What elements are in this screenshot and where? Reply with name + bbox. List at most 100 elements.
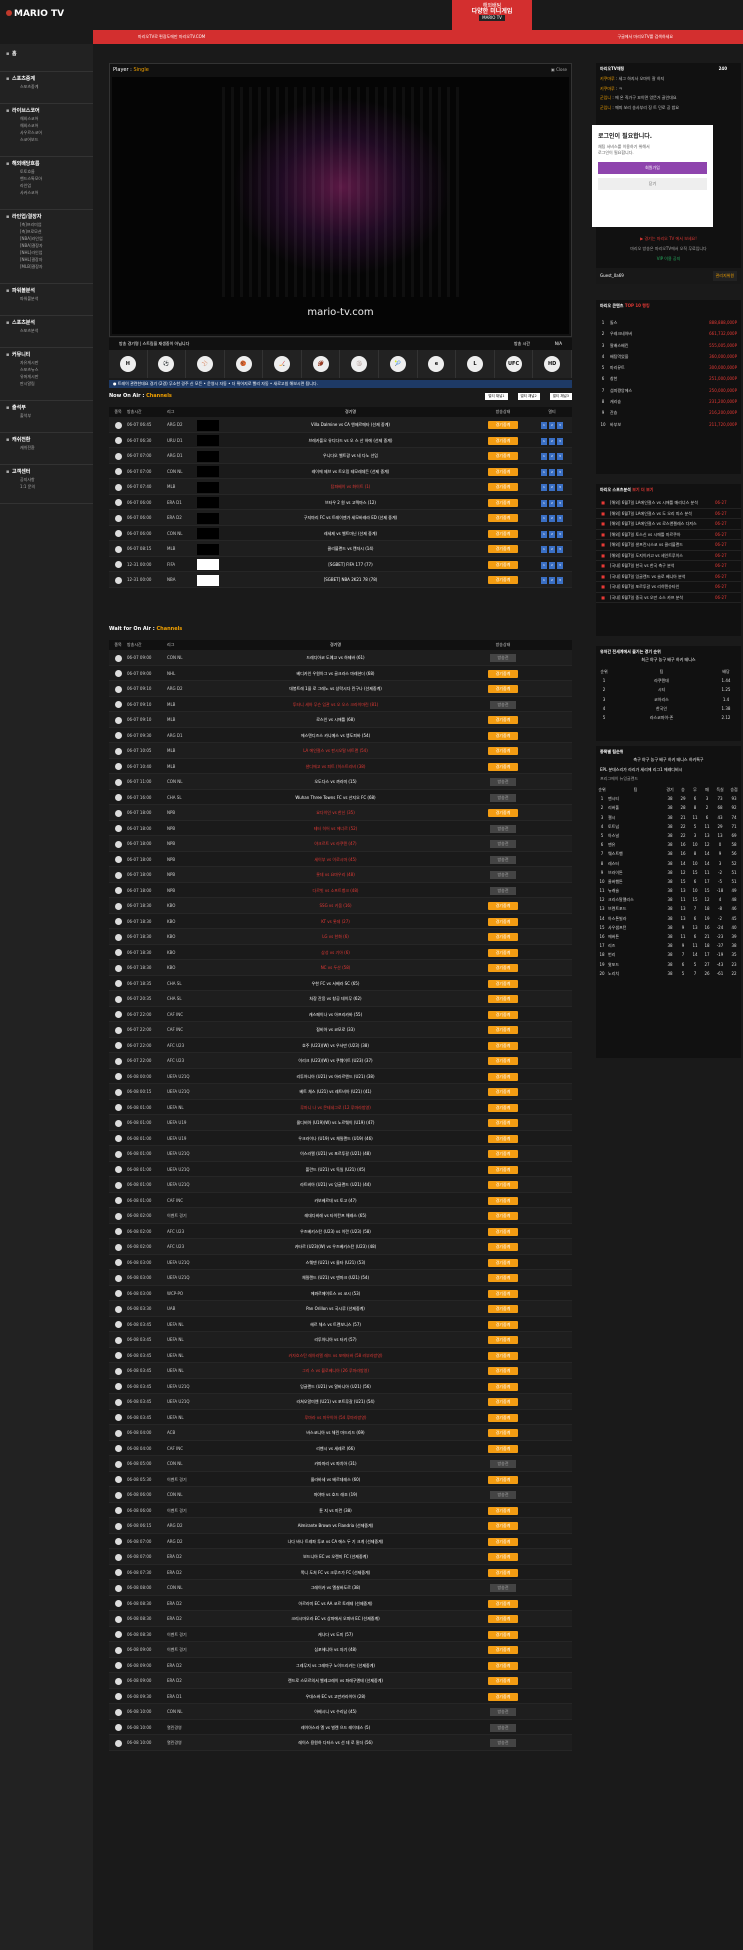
table-row[interactable]: 06-08 03:00 UEFA U21Q 스웨덴 (U21) vs 몰타 (U21… [109,1255,572,1270]
multi-slot-button[interactable]: 2 [549,515,555,522]
table-row[interactable]: 06-08 01:00 UEFA U19 몰디비아 (U19)(W) vs 노르웨이… [109,1115,572,1131]
watch-button[interactable]: 경기중계 [487,933,519,941]
watch-button[interactable]: 경기중계 [487,1506,519,1515]
multi-slot-button[interactable]: 3 [557,422,563,429]
notice-left[interactable]: 마리오TV로 편광도에만 마리오TV.COM [138,30,205,44]
row-match[interactable]: [SGBET] FIFA 177 (77) [227,557,474,572]
table-row[interactable]: 06-08 09:30 ERA D1 우대스바 EC vs 고만카라이아 (28) 경… [109,1689,572,1704]
table-row[interactable]: 06-07 06:45 ARG D2 Villa Dalmine vs CA 엔제르… [109,417,572,433]
row-match[interactable]: Pan Orillon vs 국시루 (선제중계) [197,1301,474,1316]
watch-button[interactable]: 경기중계 [487,1661,519,1670]
standings-row[interactable]: 1 맨시티 38 29 6 3 73 93 [596,794,741,803]
watch-button[interactable]: 경기중계 [487,1413,519,1422]
table-row[interactable]: 12-31 00:00 NBA [SGBET] NBA 2K21 78 (78) 경기… [109,572,572,588]
sidebar-item[interactable]: [NHL]라인업 [6,250,93,257]
sport-filter[interactable]: ⚽ [148,350,187,378]
row-match[interactable]: 카파마리 vs 파치아 (31) [197,1456,474,1471]
sport-filter[interactable]: 🎾 [379,350,418,378]
analysis-item[interactable]: ■ [해외] 6월7일 LA에인절스 vs 도 오리 피스 분석 06-27 [596,509,741,519]
standings-sport-tabs[interactable]: 축구 야구 농구 배구 하키 테니스 하키특구 [596,757,741,767]
watch-button[interactable]: 경기중계 [487,1134,519,1143]
table-row[interactable]: 06-08 10:00 열린경영 레이아스라 엘 vs 벌렌 으드 레이데스 (5)… [109,1720,572,1735]
row-match[interactable]: 캐스페이나 vs 아프리카바 (55) [197,1007,474,1022]
standings-row[interactable]: 12 크리스탈팰리스 38 11 15 12 4 48 [596,895,741,904]
row-match[interactable]: 그레이카 vs 엘살바도르 (38) [197,1580,474,1595]
standings-row[interactable]: 14 아스톤빌라 38 13 6 19 -2 45 [596,914,741,923]
sidebar-item[interactable]: 사우르스코어 [6,130,93,137]
sidebar-item[interactable]: 자유게시판 [6,360,93,367]
table-row[interactable]: 06-08 06:15 ARG D2 Almirante Brown vs Flan… [109,1518,572,1534]
ranking-row[interactable]: 6 창천 251,000,000P [596,373,741,384]
table-row[interactable]: 06-08 05:30 이벤트 경기 올라바세 vs 베르데레스 (60) 경기중계 [109,1472,572,1487]
sidebar-item[interactable]: 출석부 [6,413,93,420]
multi-slot-button[interactable]: 2 [549,453,555,460]
multi-slot-button[interactable]: 1 [541,484,547,491]
chat-user[interactable]: 키쿠마루 [600,76,615,81]
analysis-item[interactable]: ■ [국내] 6월7일 한국 vs 한국 축구 분석 06-27 [596,561,741,572]
channel-thumbnail[interactable] [197,481,219,493]
watch-button[interactable]: 경기중계 [487,1181,519,1189]
multi-channel-button[interactable]: 멀티 채널2 [517,393,540,400]
ranking-row[interactable]: 7 섬띠쨩앙에스 250,000,000P [596,385,741,396]
row-match[interactable]: 롯데 vs 요마우리 (48) [197,867,474,882]
table-row[interactable]: 06-07 10:40 MLB 샌디에고 vs 피트 (히스트리비 (38) 경기중계 [109,759,572,774]
notice-right[interactable]: 구글에서 마리오TV를 검색하세요 [617,30,673,44]
row-match[interactable]: 브타우 2 원 vs 고텍마스 (12) [227,495,474,510]
row-match[interactable]: 카타르 (U23)(W) vs 우즈베키스탄 (U23) (48) [197,1239,474,1254]
row-match[interactable]: Wuhan Three Towns FC vs 산지오 FC (68) [197,790,474,805]
table-row[interactable]: 06-07 07:40 MLB 탐파베이 vs 화이트 (1) 경기중계 1 2 3 [109,479,572,495]
row-match[interactable]: 올라바세 vs 베르데레스 (60) [197,1472,474,1487]
row-match[interactable]: 루마니 나 vs 몬테네그로 (12 루마라방영) [197,1100,474,1115]
row-match[interactable]: 야크르트 vs 라쿠텐 (47) [197,836,474,851]
table-row[interactable]: 06-08 04:00 CAF INC 리벤시 vs 세레르 (66) 경기중계 [109,1441,572,1456]
ranking-row[interactable]: 8 캐리슝 231,200,000P [596,396,741,407]
odds-row[interactable]: 3 코아리스 1.4 [596,695,741,704]
multi-slot-button[interactable]: 3 [557,437,563,445]
table-row[interactable]: 06-07 18:30 KBO LG vs 한화 (6) 경기중계 [109,929,572,945]
odds-row[interactable]: 5 라스코마이-존 2.12 [596,713,741,722]
table-row[interactable]: 06-07 09:00 CON NL 드레디아코 도예고 vs 하제바 (61) 방송… [109,650,572,666]
standings-row[interactable]: 6 맨유 38 16 10 12 0 58 [596,840,741,849]
table-row[interactable]: 06-07 18:00 NPB 야크르트 vs 라쿠텐 (47) 방송전 [109,836,572,852]
row-match[interactable]: 세이부 vs 이로시마 (45) [197,852,474,867]
row-match[interactable]: 이스라엘 (U21) vs 포르투갈 (U21) (48) [197,1146,474,1161]
standings-row[interactable]: 16 에버튼 38 11 6 21 -23 39 [596,932,741,941]
watch-button[interactable]: 경기중계 [487,1212,519,1220]
sidebar-item[interactable]: 1:1 문의 [6,484,93,491]
table-row[interactable]: 06-07 18:30 KBO SSG vs 키움 (16) 경기중계 [109,898,572,914]
multi-slot-button[interactable]: 2 [549,468,555,476]
multi-slot-button[interactable]: 3 [557,577,563,584]
row-match[interactable]: 브레카플오 유디다드 vs 오 스 산 하에 (선제 중계) [227,433,474,448]
row-match[interactable]: 그레무지 vs 그레마구 노이드리카는 (선제중계) [197,1658,474,1673]
watch-button[interactable]: 경기중계 [487,560,519,569]
ranking-row[interactable]: 4 배팅먹었을 360,000,000P [596,351,741,362]
admin-button[interactable]: 관리지위원 [712,271,737,281]
watch-button[interactable]: 경기중계 [487,1010,519,1019]
sidebar-item[interactable]: 토토흐름 [6,169,93,176]
row-match[interactable]: SSG vs 키움 (16) [197,898,474,913]
watch-button[interactable]: 경기중계 [487,979,519,988]
multi-slot-button[interactable]: 3 [557,561,563,569]
channel-thumbnail[interactable] [197,497,219,508]
sidebar-item[interactable]: 사커스코어 [6,190,93,197]
table-row[interactable]: 06-07 09:10 MLB 로스인 vs 시애틀 (68) 경기중계 [109,712,572,728]
sidebar-item[interactable]: 핸드스톡모아 [6,176,93,183]
table-row[interactable]: 06-07 18:35 CHA SL 우한 FC vs 서베라 SC (65) 경기중… [109,976,572,991]
table-row[interactable]: 06-07 06:00 CON NL 레세제 vs 벨트마닌 (선제 중계) 경기중계… [109,526,572,541]
row-match[interactable]: 라트비아 (U21) vs 잉글랜드 (U21) (44) [197,1177,474,1192]
modal-close-button[interactable]: 닫기 [598,178,707,190]
analysis-item[interactable]: ■ [국내] 6월7일 포르투갈 vs 리히텐슈타인 06-27 [596,582,741,593]
watch-button[interactable]: 경기중계 [487,1537,519,1546]
table-row[interactable]: 06-07 18:30 KBO KT vs 롯데 (27) 경기중계 [109,914,572,929]
sidebar-item[interactable]: 판시알림 [6,381,93,388]
table-row[interactable]: 06-08 05:00 CON NL 카파마리 vs 파치아 (31) 방송전 [109,1456,572,1472]
watch-button[interactable]: 경기중계 [487,1305,519,1313]
row-match[interactable]: 레이스 용원하 다터스 vs 선 데 로 밑더 (56) [197,1735,474,1750]
table-row[interactable]: 06-08 01:00 CAF INC 카보베르데 vs 토고 (47) 경기중계 [109,1193,572,1208]
watch-button[interactable]: 경기중계 [487,1150,519,1158]
watch-button[interactable]: 경기중계 [487,1382,519,1391]
row-match[interactable]: 레세제 vs 벨트마닌 (선제 중계) [227,526,474,541]
table-row[interactable]: 06-08 03:30 UAB Pan Orillon vs 국시루 (선제중계) 경… [109,1301,572,1317]
row-match[interactable]: LA 에인절스 vs 판시오탈 비트랜 (54) [197,743,474,758]
watch-button[interactable]: 경기중계 [487,731,519,740]
